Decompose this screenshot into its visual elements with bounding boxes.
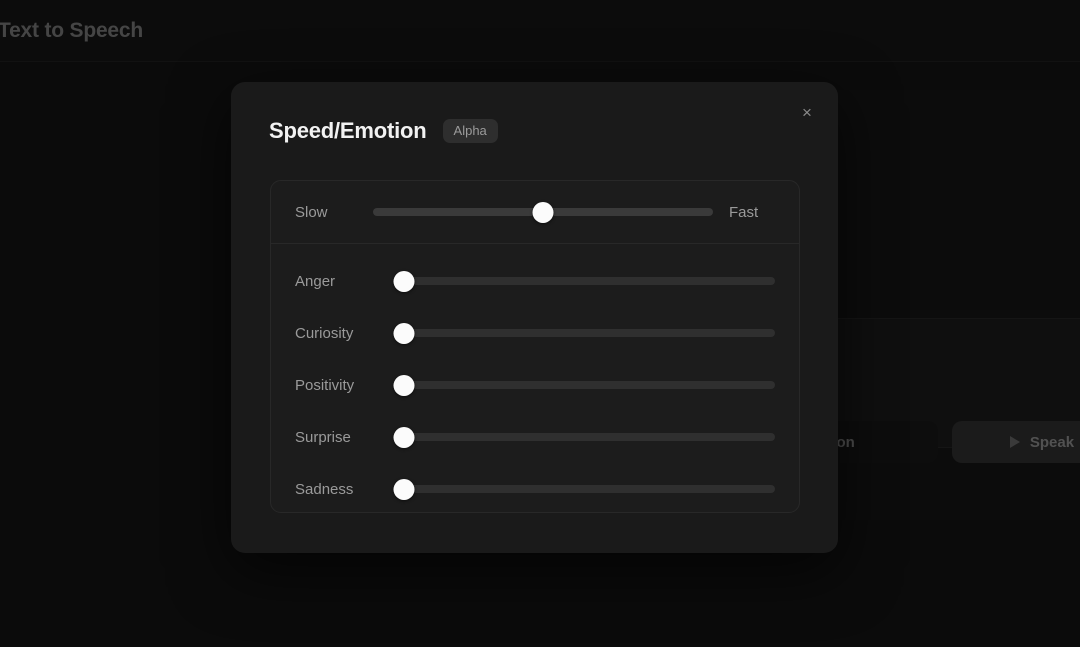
emotion-slider-thumb[interactable] [393, 427, 414, 448]
speed-min-label: Slow [295, 204, 357, 221]
emotion-row-surprise: Surprise [295, 411, 775, 463]
speed-slider[interactable] [373, 201, 713, 223]
emotion-slider-track [393, 433, 775, 441]
emotion-slider-anger[interactable] [393, 270, 775, 292]
speed-max-label: Fast [729, 204, 775, 221]
emotion-slider-curiosity[interactable] [393, 322, 775, 344]
speed-slider-row: Slow Fast [271, 181, 799, 244]
emotion-slider-positivity[interactable] [393, 374, 775, 396]
speed-emotion-modal: × Speed/Emotion Alpha Slow Fast Anger [231, 82, 838, 553]
emotion-row-curiosity: Curiosity [295, 307, 775, 359]
emotion-slider-track [393, 329, 775, 337]
emotion-row-positivity: Positivity [295, 359, 775, 411]
emotion-label-positivity: Positivity [295, 377, 393, 394]
emotion-label-curiosity: Curiosity [295, 325, 393, 342]
emotion-slider-track [393, 485, 775, 493]
settings-panel: Slow Fast Anger Curiosity [270, 180, 800, 513]
emotion-slider-thumb[interactable] [393, 479, 414, 500]
emotion-label-anger: Anger [295, 273, 393, 290]
emotion-slider-thumb[interactable] [393, 271, 414, 292]
emotion-slider-list: Anger Curiosity Positivity [271, 244, 799, 513]
emotion-slider-track [393, 277, 775, 285]
speed-slider-thumb[interactable] [533, 202, 554, 223]
emotion-slider-sadness[interactable] [393, 478, 775, 500]
emotion-slider-track [393, 381, 775, 389]
emotion-slider-surprise[interactable] [393, 426, 775, 448]
modal-titlebar: Speed/Emotion Alpha [269, 118, 498, 144]
emotion-label-surprise: Surprise [295, 429, 393, 446]
emotion-slider-thumb[interactable] [393, 323, 414, 344]
emotion-slider-thumb[interactable] [393, 375, 414, 396]
close-icon[interactable]: × [796, 101, 818, 123]
alpha-badge: Alpha [443, 119, 498, 143]
emotion-row-sadness: Sadness [295, 463, 775, 513]
emotion-row-anger: Anger [295, 255, 775, 307]
emotion-label-sadness: Sadness [295, 481, 393, 498]
modal-title: Speed/Emotion [269, 118, 427, 144]
